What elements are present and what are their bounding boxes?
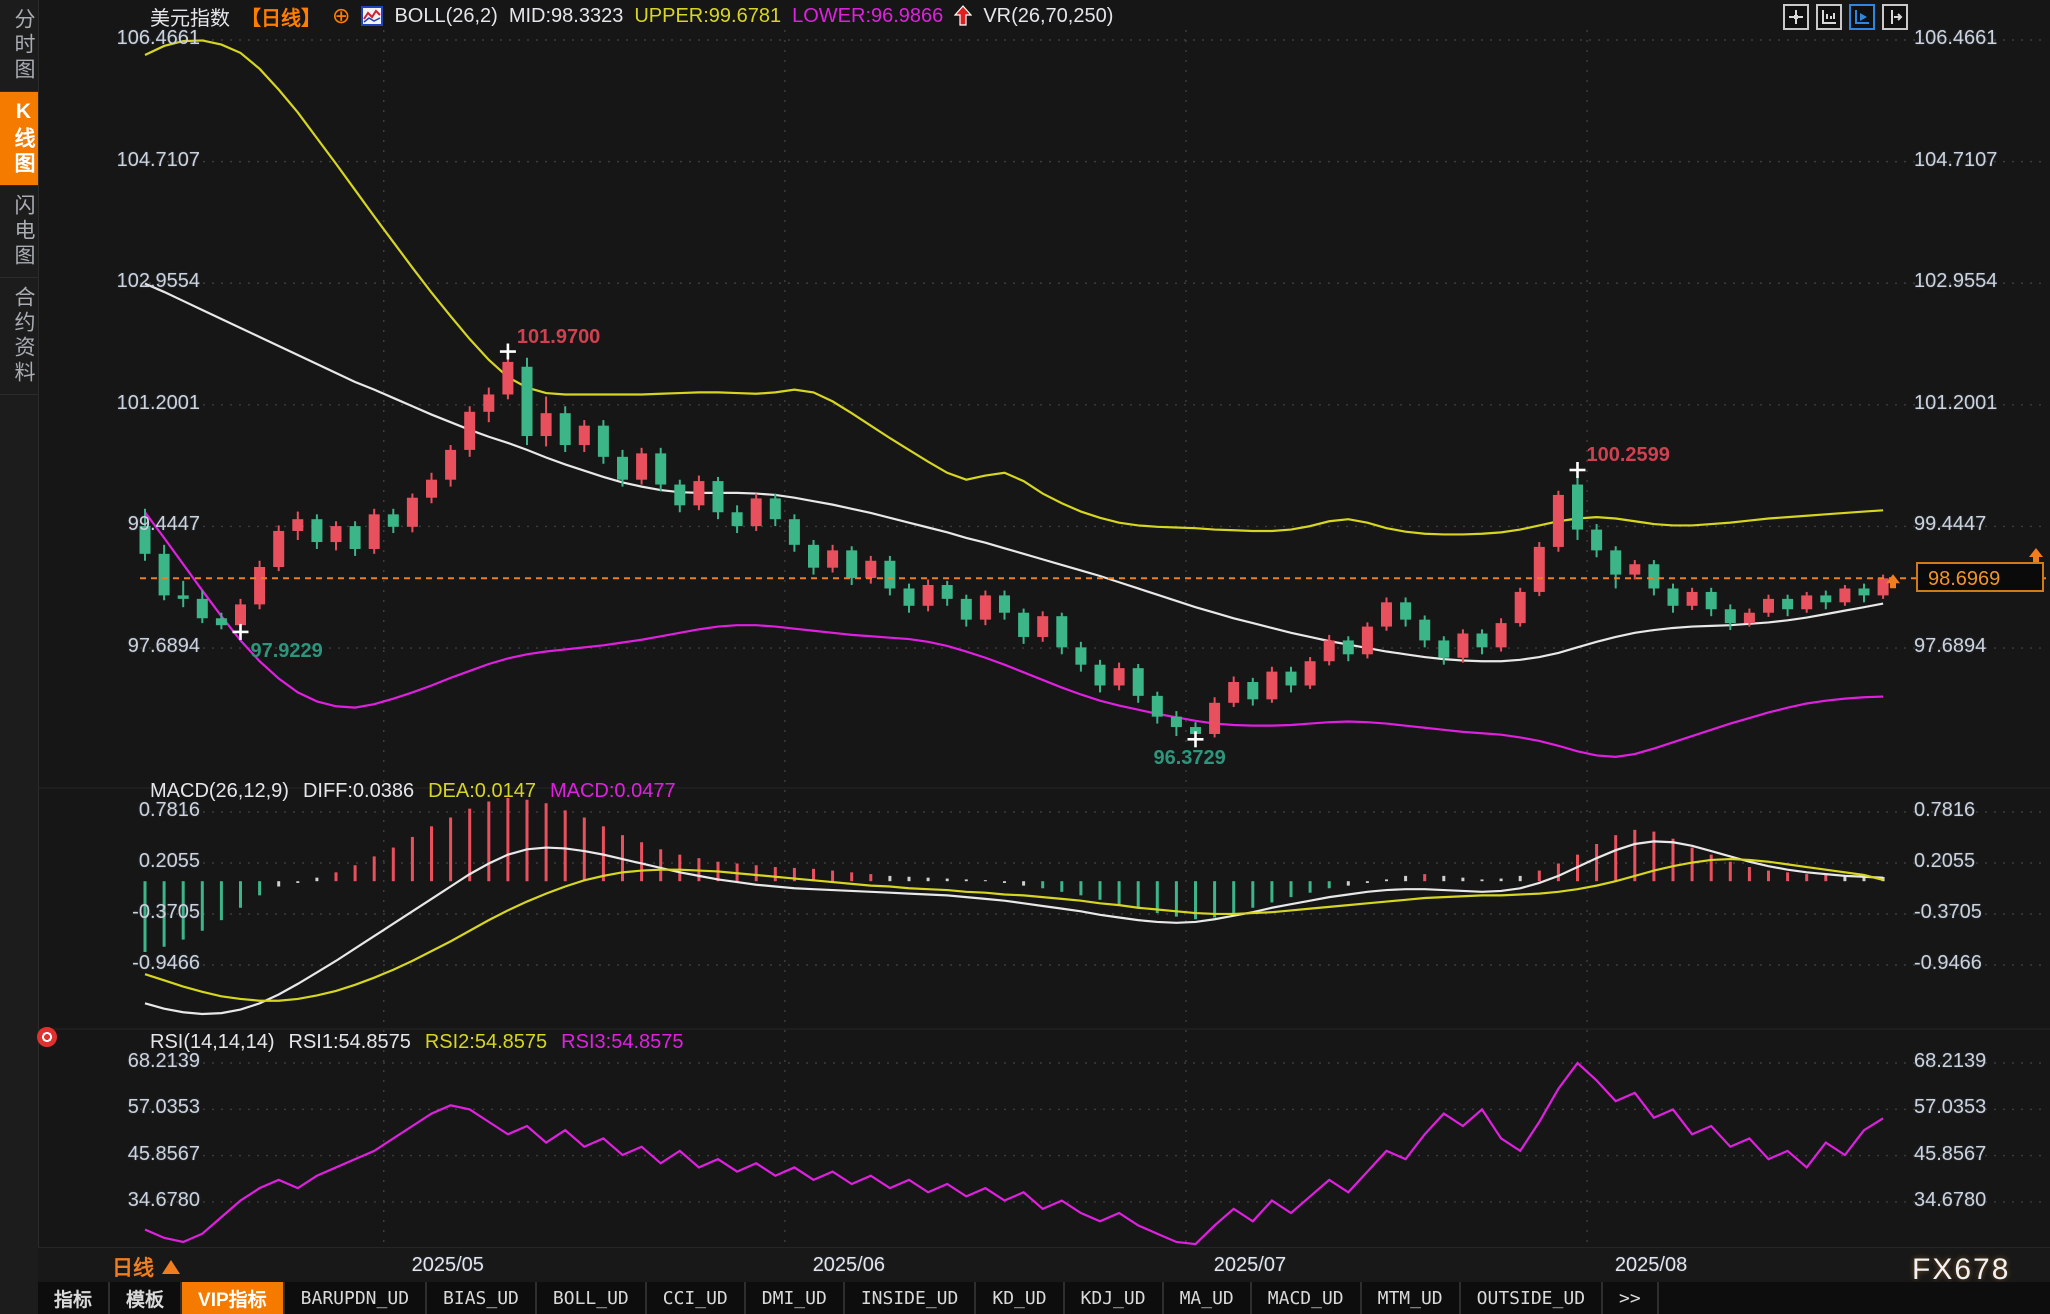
main-axis-label-left: 101.2001 bbox=[52, 392, 200, 415]
tab-OUTSIDE_UD[interactable]: OUTSIDE_UD bbox=[1461, 1282, 1603, 1314]
tab-MA_UD[interactable]: MA_UD bbox=[1164, 1282, 1252, 1314]
tab-INSIDE_UD[interactable]: INSIDE_UD bbox=[845, 1282, 977, 1314]
macd-macd-value: MACD:0.0477 bbox=[550, 780, 676, 803]
tab-DMI_UD[interactable]: DMI_UD bbox=[746, 1282, 845, 1314]
main-axis-label-left: 99.4447 bbox=[52, 513, 200, 536]
rsi-axis-label-left: 57.0353 bbox=[52, 1096, 200, 1119]
annotation-97.9229: 97.9229 bbox=[251, 640, 323, 663]
rsi2-value: RSI2:54.8575 bbox=[425, 1031, 547, 1054]
main-axis-label-right: 99.4447 bbox=[1914, 513, 2050, 536]
tab-BIAS_UD[interactable]: BIAS_UD bbox=[427, 1282, 537, 1314]
date-label: 2025/07 bbox=[1180, 1254, 1320, 1277]
pane-dividers bbox=[38, 788, 2050, 1029]
last-price-value: 98.6969 bbox=[1928, 568, 2000, 590]
tab-CCI_UD[interactable]: CCI_UD bbox=[647, 1282, 746, 1314]
tab-指标[interactable]: 指标 bbox=[38, 1282, 110, 1314]
rsi1-value: RSI1:54.8575 bbox=[289, 1031, 411, 1054]
main-axis-label-left: 106.4661 bbox=[52, 27, 200, 50]
bollinger-bands bbox=[145, 40, 1883, 756]
main-axis-label-right: 102.9554 bbox=[1914, 270, 2050, 293]
macd-axis-label-right: 0.7816 bbox=[1914, 799, 2050, 822]
indicator-target-icon[interactable] bbox=[37, 1027, 57, 1047]
date-label: 2025/05 bbox=[378, 1254, 518, 1277]
tab-VIP指标[interactable]: VIP指标 bbox=[182, 1282, 285, 1314]
macd-axis-label-right: -0.3705 bbox=[1914, 901, 2050, 924]
tab-BOLL_UD[interactable]: BOLL_UD bbox=[537, 1282, 647, 1314]
triangle-up-icon bbox=[162, 1260, 180, 1274]
rsi-legend: RSI(14,14,14) RSI1:54.8575 RSI2:54.8575 … bbox=[150, 1031, 684, 1054]
rsi3-value: RSI3:54.8575 bbox=[561, 1031, 683, 1054]
tab-KD_UD[interactable]: KD_UD bbox=[976, 1282, 1064, 1314]
date-label: 2025/08 bbox=[1581, 1254, 1721, 1277]
annotation-101.9700: 101.9700 bbox=[517, 326, 600, 349]
tab-MACD_UD[interactable]: MACD_UD bbox=[1252, 1282, 1362, 1314]
rsi-axis-label-left: 45.8567 bbox=[52, 1143, 200, 1166]
tab-BARUPDN_UD[interactable]: BARUPDN_UD bbox=[285, 1282, 427, 1314]
main-axis-label-right: 104.7107 bbox=[1914, 149, 2050, 172]
more-tabs-button[interactable]: >> bbox=[1603, 1282, 1659, 1314]
rsi-axis-label-left: 34.6780 bbox=[52, 1189, 200, 1212]
period-selector[interactable]: 日线 bbox=[112, 1252, 180, 1282]
rsi-axis-label-right: 68.2139 bbox=[1914, 1050, 2050, 1073]
trading-app-window: 分时图K线图闪电图合约资料 美元指数 【日线】 ⊕ BOLL(26,2) MID… bbox=[0, 0, 2050, 1314]
macd-pane bbox=[145, 798, 1883, 1014]
rsi-pane bbox=[145, 1063, 1883, 1244]
tab-KDJ_UD[interactable]: KDJ_UD bbox=[1065, 1282, 1164, 1314]
macd-axis-label-left: 0.2055 bbox=[52, 850, 200, 873]
macd-legend: MACD(26,12,9) DIFF:0.0386 DEA:0.0147 MAC… bbox=[150, 780, 676, 803]
candlestick-series bbox=[140, 352, 1889, 740]
macd-dea-value: DEA:0.0147 bbox=[428, 780, 536, 803]
main-axis-label-left: 104.7107 bbox=[52, 149, 200, 172]
main-axis-label-left: 102.9554 bbox=[52, 270, 200, 293]
main-axis-label-right: 106.4661 bbox=[1914, 27, 2050, 50]
rsi-axis-label-right: 57.0353 bbox=[1914, 1096, 2050, 1119]
macd-axis-label-left: -0.3705 bbox=[52, 901, 200, 924]
rsi-axis-label-right: 34.6780 bbox=[1914, 1189, 2050, 1212]
last-price-tag: 98.6969 bbox=[1916, 562, 2044, 592]
period-label: 日线 bbox=[112, 1252, 154, 1282]
macd-axis-label-right: 0.2055 bbox=[1914, 850, 2050, 873]
main-axis-label-right: 101.2001 bbox=[1914, 392, 2050, 415]
indicator-tab-bar: 指标模板VIP指标BARUPDN_UDBIAS_UDBOLL_UDCCI_UDD… bbox=[38, 1282, 2050, 1314]
date-axis-row: 2025/05 2025/06 2025/07 2025/08 bbox=[38, 1247, 2050, 1283]
price-annotations bbox=[233, 344, 1586, 748]
macd-name: MACD(26,12,9) bbox=[150, 780, 289, 803]
rsi-name: RSI(14,14,14) bbox=[150, 1031, 275, 1054]
tab-模板[interactable]: 模板 bbox=[110, 1282, 182, 1314]
main-axis-label-right: 97.6894 bbox=[1914, 635, 2050, 658]
macd-diff-value: DIFF:0.0386 bbox=[303, 780, 414, 803]
rsi-axis-label-right: 45.8567 bbox=[1914, 1143, 2050, 1166]
main-axis-label-left: 97.6894 bbox=[52, 635, 200, 658]
macd-axis-label-left: -0.9466 bbox=[52, 952, 200, 975]
date-label: 2025/06 bbox=[779, 1254, 919, 1277]
last-price-marker bbox=[140, 548, 2046, 588]
annotation-96.3729: 96.3729 bbox=[1154, 747, 1226, 770]
gridlines bbox=[140, 40, 2046, 1202]
macd-axis-label-right: -0.9466 bbox=[1914, 952, 2050, 975]
tab-MTM_UD[interactable]: MTM_UD bbox=[1362, 1282, 1461, 1314]
annotation-100.2599: 100.2599 bbox=[1587, 444, 1670, 467]
